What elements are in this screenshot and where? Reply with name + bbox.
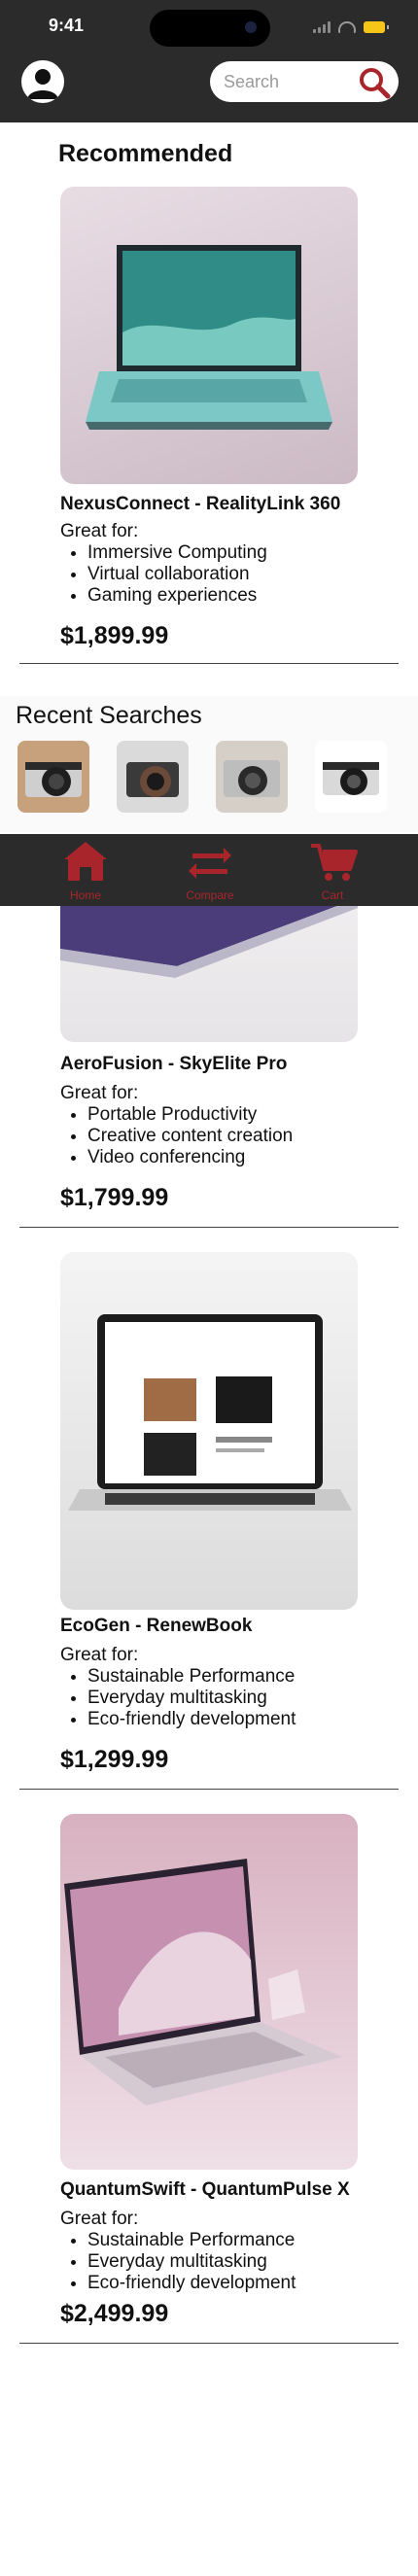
nav-label: Cart [321, 888, 344, 902]
product-name[interactable]: QuantumSwift - QuantumPulse X [60, 2179, 350, 2201]
nav-compare[interactable]: Compare [161, 834, 259, 906]
list-item: Creative content creation [87, 1126, 293, 1147]
home-icon [64, 842, 107, 881]
status-icons [313, 21, 389, 33]
cart-icon [311, 844, 358, 881]
product-card[interactable]: EcoGen - RenewBook Great for: Sustainabl… [19, 1252, 399, 1790]
product-price: $1,799.99 [60, 1184, 169, 1211]
status-time: 9:41 [49, 16, 85, 35]
uses-list: Immersive Computing Virtual collaboratio… [60, 542, 267, 607]
battery-icon [364, 21, 389, 33]
wifi-icon [338, 21, 356, 33]
camera-image [25, 762, 82, 797]
recommended-product-card[interactable]: NexusConnect - RealityLink 360 Great for… [19, 187, 399, 664]
list-item: Video conferencing [87, 1147, 293, 1168]
list-item: Everyday multitasking [87, 2251, 296, 2273]
uses-list: Sustainable Performance Everyday multita… [60, 1666, 296, 1730]
camera-image [224, 760, 280, 797]
recent-search-item[interactable] [17, 741, 89, 813]
list-item: Everyday multitasking [87, 1688, 296, 1709]
nav-label: Compare [186, 888, 234, 902]
user-icon [22, 61, 63, 102]
product-name[interactable]: EcoGen - RenewBook [60, 1616, 252, 1637]
recommended-title: Recommended [58, 140, 233, 167]
search-bar[interactable] [210, 61, 399, 102]
product-image[interactable] [60, 1814, 358, 2170]
recent-search-item[interactable] [315, 741, 387, 813]
nav-cart[interactable]: Cart [284, 834, 381, 906]
list-item: Virtual collaboration [87, 564, 267, 585]
dynamic-island [150, 10, 270, 47]
camera-image [323, 762, 379, 795]
list-item: Portable Productivity [87, 1104, 293, 1126]
uses-list: Portable Productivity Creative content c… [60, 1104, 293, 1168]
list-item: Sustainable Performance [87, 1666, 296, 1688]
camera-image [126, 762, 179, 797]
great-for-label: Great for: [60, 2209, 139, 2229]
search-input[interactable] [224, 69, 340, 94]
recent-search-item[interactable] [216, 741, 288, 813]
product-name[interactable]: AeroFusion - SkyElite Pro [60, 1054, 287, 1075]
recent-searches-title: Recent Searches [16, 702, 202, 729]
list-item: Immersive Computing [87, 542, 267, 564]
list-item: Eco-friendly development [87, 1709, 296, 1730]
nav-home[interactable]: Home [37, 834, 134, 906]
profile-avatar[interactable] [21, 60, 64, 103]
product-price: $2,499.99 [60, 2300, 169, 2327]
product-price: $1,299.99 [60, 1746, 169, 1773]
product-image[interactable] [60, 187, 358, 484]
bottom-nav: Home Compare Cart [0, 834, 418, 906]
list-item: Eco-friendly development [87, 2273, 296, 2294]
search-icon[interactable] [358, 66, 391, 99]
great-for-label: Great for: [60, 1645, 139, 1665]
product-price: $1,899.99 [60, 622, 169, 649]
product-card[interactable]: QuantumSwift - QuantumPulse X Great for:… [19, 1814, 399, 2344]
great-for-label: Great for: [60, 521, 139, 541]
list-item: Sustainable Performance [87, 2230, 296, 2251]
app-header: 9:41 [0, 0, 418, 122]
nav-label: Home [69, 888, 101, 902]
product-image[interactable] [60, 1252, 358, 1610]
product-name[interactable]: NexusConnect - RealityLink 360 [60, 494, 340, 515]
uses-list: Sustainable Performance Everyday multita… [60, 2230, 296, 2294]
compare-icon [189, 848, 231, 879]
great-for-label: Great for: [60, 1083, 139, 1103]
recent-search-item[interactable] [117, 741, 189, 813]
list-item: Gaming experiences [87, 585, 267, 607]
signal-icon [313, 21, 331, 33]
